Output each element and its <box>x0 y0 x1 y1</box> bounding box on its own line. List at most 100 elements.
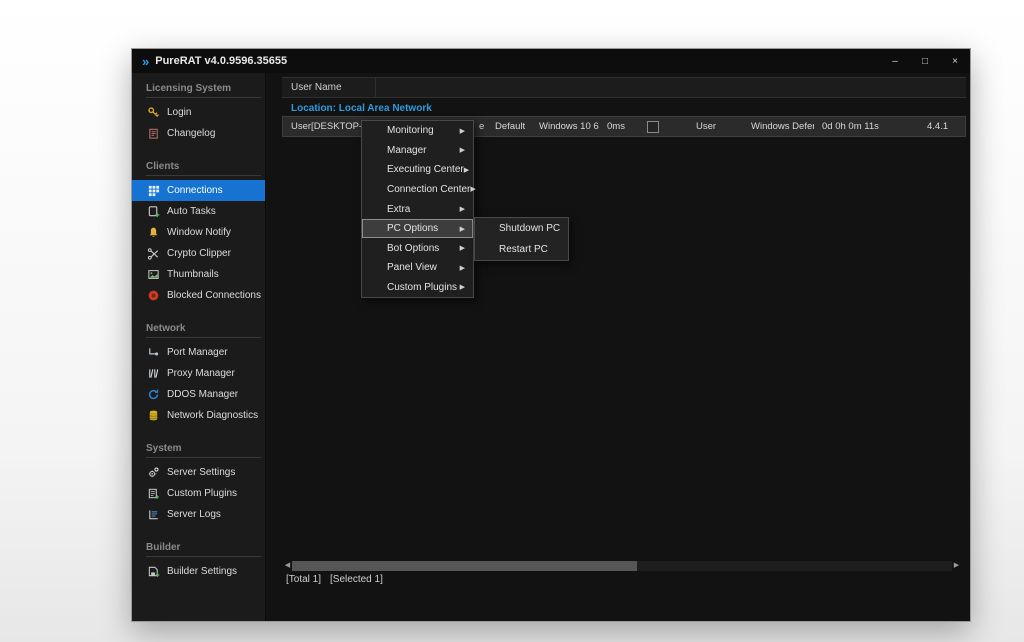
section-divider <box>146 337 261 338</box>
sidebar-item-label: Proxy Manager <box>167 368 235 379</box>
menu-item-manager[interactable]: Manager ▶ <box>362 141 473 161</box>
sidebar-item-label: Auto Tasks <box>167 206 216 217</box>
submenu-arrow-icon: ▶ <box>460 283 465 291</box>
maximize-button[interactable]: □ <box>910 49 940 73</box>
menu-item-label: Panel View <box>387 262 437 273</box>
sidebar-item-label: Network Diagnostics <box>167 410 258 421</box>
sidebar-item-ddos-manager[interactable]: DDOS Manager <box>132 384 265 405</box>
status-total: [Total 1] <box>286 574 321 585</box>
menu-item-bot-options[interactable]: Bot Options ▶ <box>362 238 473 258</box>
column-header-user-name[interactable]: User Name <box>282 78 376 97</box>
sidebar-item-network-diagnostics[interactable]: Network Diagnostics <box>132 405 265 426</box>
group-header-location[interactable]: Location: Local Area Network <box>291 101 432 116</box>
section-header: Builder <box>132 535 265 556</box>
menu-item-custom-plugins[interactable]: Custom Plugins▶ <box>362 278 473 298</box>
submenu-arrow-icon: ▶ <box>460 225 465 233</box>
window-controls: – □ × <box>880 49 970 73</box>
sidebar-item-label: DDOS Manager <box>167 389 238 400</box>
sidebar-section-licensing-system: Licensing System Login Changelog <box>132 76 265 144</box>
sidebar-item-blocked-connections[interactable]: Blocked Connections <box>132 285 265 306</box>
status-selected: [Selected 1] <box>330 574 383 585</box>
sidebar-item-auto-tasks[interactable]: Auto Tasks <box>132 201 265 222</box>
sidebar-item-thumbnails[interactable]: Thumbnails <box>132 264 265 285</box>
scrollbar-thumb[interactable] <box>292 561 637 571</box>
sidebar-section-builder: Builder Builder Settings <box>132 535 265 582</box>
menu-item-panel-view[interactable]: Panel View ▶ <box>362 258 473 278</box>
cell-windows-os: Windows 10 64Bit <box>531 117 599 136</box>
section-header: Clients <box>132 154 265 175</box>
scrollbar-track[interactable] <box>292 561 952 571</box>
menu-item-monitoring[interactable]: Monitoring▶ <box>362 121 473 141</box>
table-header: User Name Ip Address Process Group Windo… <box>282 77 966 98</box>
sidebar-item-port-manager[interactable]: Port Manager <box>132 342 265 363</box>
blocked-icon <box>146 289 161 303</box>
menu-item-executing-center[interactable]: Executing Center▶ <box>362 160 473 180</box>
sidebar-item-label: Crypto Clipper <box>167 248 231 259</box>
sidebar-section-clients: Clients Connections Auto Tasks Window No… <box>132 154 265 306</box>
sidebar-item-crypto-clipper[interactable]: Crypto Clipper <box>132 243 265 264</box>
cell-anti-virus: Windows Defender <box>743 117 814 136</box>
horizontal-scrollbar[interactable]: ◀ ▶ <box>283 560 961 572</box>
ddos-icon <box>146 388 161 402</box>
scroll-left-icon[interactable]: ◀ <box>283 560 292 572</box>
sidebar-item-label: Blocked Connections <box>167 290 261 301</box>
cell-note <box>880 117 919 136</box>
minimize-button[interactable]: – <box>880 49 910 73</box>
submenu-item-shutdown-pc[interactable]: Shutdown PC <box>475 218 568 239</box>
menu-item-label: Bot Options <box>387 243 439 254</box>
pc-options-submenu: Shutdown PC Restart PC <box>474 217 569 261</box>
app-window: » PureRAT v4.0.9596.35655 – □ × Licensin… <box>131 48 971 622</box>
menu-item-label: Connection Center <box>387 184 470 195</box>
cell-last-activity: 0d 0h 0m 11s <box>814 117 880 136</box>
sidebar-item-proxy-manager[interactable]: Proxy Manager <box>132 363 265 384</box>
plugin-doc-icon <box>146 487 161 501</box>
gears-icon <box>146 466 161 480</box>
menu-item-extra[interactable]: Extra▶ <box>362 199 473 219</box>
sidebar-item-window-notify[interactable]: Window Notify <box>132 222 265 243</box>
status-bar: [Total 1] [Selected 1] <box>286 574 383 585</box>
sidebar-item-changelog[interactable]: Changelog <box>132 123 265 144</box>
submenu-arrow-icon: ▶ <box>460 264 465 272</box>
menu-item-label: Custom Plugins <box>387 282 457 293</box>
sidebar-item-login[interactable]: Login <box>132 102 265 123</box>
section-divider <box>146 97 261 98</box>
context-menu: Monitoring▶ Manager▶ Executing Center▶ C… <box>361 120 474 298</box>
sidebar-item-custom-plugins[interactable]: Custom Plugins <box>132 483 265 504</box>
submenu-arrow-icon: ▶ <box>464 166 469 174</box>
submenu-arrow-icon: ▶ <box>460 244 465 252</box>
menu-item-pc-options[interactable]: PC Options ▶ <box>362 219 473 239</box>
section-divider <box>146 457 261 458</box>
close-button[interactable]: × <box>940 49 970 73</box>
submenu-arrow-icon: ▶ <box>470 185 475 193</box>
menu-item-connection-center[interactable]: Connection Center▶ <box>362 180 473 200</box>
scroll-right-icon[interactable]: ▶ <box>952 560 961 572</box>
sidebar: Licensing System Login Changelog Clients <box>132 73 266 621</box>
camera-checkbox[interactable] <box>647 121 659 133</box>
menu-item-label: Executing Center <box>387 164 464 175</box>
proxy-icon <box>146 367 161 381</box>
bell-icon <box>146 226 161 240</box>
section-header: Licensing System <box>132 76 265 97</box>
sidebar-item-label: Builder Settings <box>167 566 237 577</box>
sidebar-item-label: Server Settings <box>167 467 235 478</box>
menu-item-label: PC Options <box>387 223 438 234</box>
cell-payload-ver: 4.4.1 <box>919 117 965 136</box>
sidebar-item-connections[interactable]: Connections <box>132 180 265 201</box>
menu-item-label: Extra <box>387 204 410 215</box>
menu-item-label: Manager <box>387 145 426 156</box>
builder-icon <box>146 565 161 579</box>
submenu-arrow-icon: ▶ <box>460 127 465 135</box>
sidebar-item-server-logs[interactable]: Server Logs <box>132 504 265 525</box>
submenu-arrow-icon: ▶ <box>460 146 465 154</box>
logs-icon <box>146 508 161 522</box>
sidebar-item-label: Connections <box>167 185 223 196</box>
submenu-item-restart-pc[interactable]: Restart PC <box>475 239 568 260</box>
sidebar-item-builder-settings[interactable]: Builder Settings <box>132 561 265 582</box>
section-divider <box>146 175 261 176</box>
column-header-ip-address[interactable]: Ip Address <box>282 97 342 98</box>
cell-camera <box>637 117 688 136</box>
sidebar-item-server-settings[interactable]: Server Settings <box>132 462 265 483</box>
port-icon <box>146 346 161 360</box>
scissors-icon <box>146 247 161 261</box>
sidebar-item-label: Window Notify <box>167 227 231 238</box>
